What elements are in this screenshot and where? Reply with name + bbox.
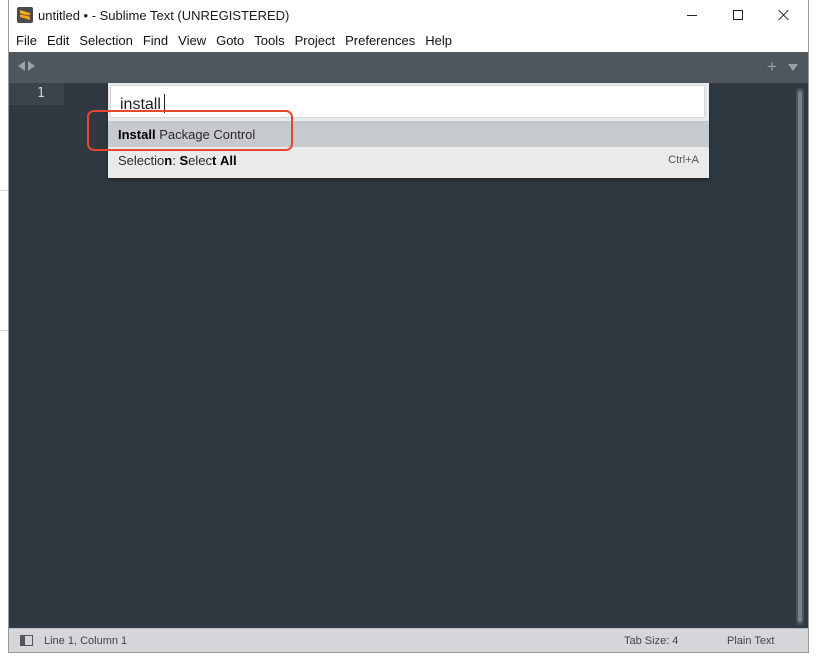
maximize-button[interactable]: [715, 0, 761, 30]
minimize-button[interactable]: [669, 0, 715, 30]
cursor-position[interactable]: Line 1, Column 1: [44, 635, 127, 647]
sublime-logo-icon: [17, 7, 33, 23]
menu-goto[interactable]: Goto: [211, 30, 249, 51]
background-divider: [0, 330, 8, 331]
syntax-selector[interactable]: Plain Text: [727, 635, 775, 647]
minimize-icon: [687, 14, 697, 16]
background-divider: [0, 190, 8, 191]
window-title: untitled • - Sublime Text (UNREGISTERED): [38, 8, 290, 23]
match-text: All: [219, 153, 237, 168]
tab-next-icon[interactable]: [28, 61, 35, 71]
menu-find[interactable]: Find: [138, 30, 173, 51]
result-text: Selecti: [118, 153, 158, 168]
scrollbar-thumb[interactable]: [798, 91, 802, 622]
new-tab-button[interactable]: +: [767, 57, 777, 77]
menu-project[interactable]: Project: [290, 30, 340, 51]
tab-prev-icon[interactable]: [18, 61, 25, 71]
menu-preferences[interactable]: Preferences: [340, 30, 420, 51]
tab-list-dropdown-icon[interactable]: [788, 64, 798, 71]
sidebar-toggle-icon[interactable]: [20, 635, 33, 646]
menu-tools[interactable]: Tools: [249, 30, 289, 51]
tab-bar: +: [9, 52, 808, 83]
menu-view[interactable]: View: [173, 30, 211, 51]
menu-help[interactable]: Help: [420, 30, 457, 51]
close-icon: [778, 9, 790, 21]
close-button[interactable]: [761, 0, 807, 30]
result-text: elec: [188, 153, 212, 168]
menu-file[interactable]: File: [11, 30, 42, 51]
menu-selection[interactable]: Selection: [74, 30, 137, 51]
tab-size[interactable]: Tab Size: 4: [624, 635, 678, 647]
current-line-gutter: 1: [9, 83, 64, 105]
sublime-window: untitled • - Sublime Text (UNREGISTERED)…: [8, 0, 809, 653]
line-number: 1: [37, 86, 45, 101]
menu-bar: File Edit Selection Find View Goto Tools…: [9, 30, 808, 51]
maximize-icon: [733, 10, 743, 20]
menu-edit[interactable]: Edit: [42, 30, 74, 51]
title-bar[interactable]: untitled • - Sublime Text (UNREGISTERED): [9, 0, 808, 30]
match-text: S: [179, 153, 189, 168]
keyboard-shortcut: Ctrl+A: [668, 154, 699, 166]
status-bar: Line 1, Column 1 Tab Size: 4 Plain Text: [9, 628, 808, 652]
tab-navigation: [18, 61, 35, 71]
annotation-highlight: [87, 110, 293, 151]
palette-result-label: Selection: Select All: [118, 153, 237, 168]
